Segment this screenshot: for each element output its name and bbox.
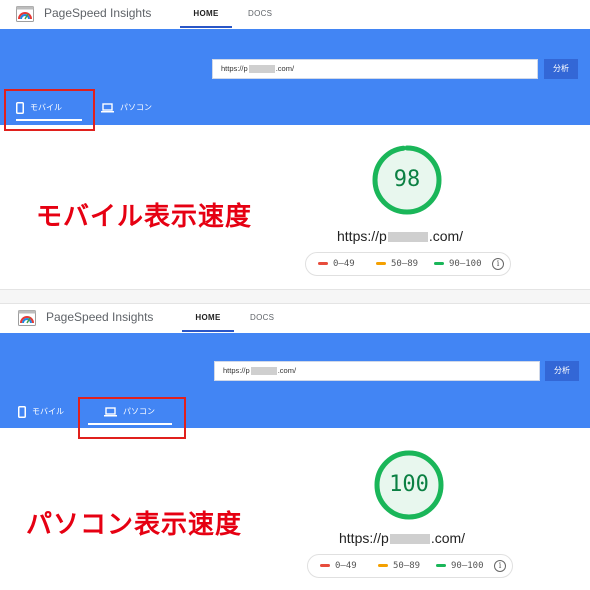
legend-swatch [378,564,388,567]
tab-desktop[interactable]: パソコン [88,399,172,425]
caption-desktop-speed: パソコン表示速度 [26,510,243,540]
performance-score: 98 [393,167,421,192]
legend-item-average: 50–89 [378,555,420,577]
performance-score: 100 [389,472,429,497]
top-bar: PageSpeed Insights HOME DOCS [0,0,590,28]
score-legend: 0–49 50–89 90–100 i [307,554,513,578]
legend-item-average: 50–89 [376,253,418,275]
analyze-button[interactable]: 分析 [544,59,578,79]
tab-label: モバイル [30,103,62,112]
tested-url: https://p .com/ [337,228,464,244]
nav-home[interactable]: HOME [182,304,234,332]
legend-item-poor: 0–49 [318,253,355,275]
panel-divider [0,289,590,304]
tab-label: モバイル [32,407,64,416]
active-tab-indicator [16,119,82,121]
url-input[interactable]: https://p .com/ [212,59,538,79]
legend-item-poor: 0–49 [320,555,357,577]
active-tab-indicator [88,423,172,425]
legend-swatch [436,564,446,567]
legend-swatch [320,564,330,567]
top-bar: PageSpeed Insights HOME DOCS [0,304,590,332]
nav-docs[interactable]: DOCS [248,0,272,28]
legend-swatch [434,262,444,265]
brand-title: PageSpeed Insights [46,310,154,324]
laptop-icon [101,103,114,113]
nav-docs[interactable]: DOCS [250,304,274,332]
smartphone-icon [16,101,24,114]
tab-label: パソコン [120,103,152,112]
screenshot-mobile: PageSpeed Insights HOME DOCS https://p .c… [0,0,590,289]
tab-mobile[interactable]: モバイル [16,95,82,121]
info-icon[interactable]: i [494,560,506,572]
analyze-button[interactable]: 分析 [545,361,579,381]
tab-label: パソコン [123,407,155,416]
search-header: https://p .com/ 分析 モバイル パソコン [0,29,590,125]
search-header: https://p .com/ 分析 モバイル パソコン [0,333,590,428]
pagespeed-logo-icon [16,6,34,22]
pagespeed-logo-icon [18,310,36,326]
blurred-text [389,534,430,545]
legend-swatch [376,262,386,265]
legend-swatch [318,262,328,265]
smartphone-icon [18,405,26,418]
url-input[interactable]: https://p .com/ [214,361,540,381]
blurred-text [248,65,275,74]
score-legend: 0–49 50–89 90–100 i [305,252,511,276]
legend-item-good: 90–100 [436,555,484,577]
caption-mobile-speed: モバイル表示速度 [36,202,253,232]
blurred-text [250,367,277,376]
nav-home[interactable]: HOME [180,0,232,28]
tab-desktop[interactable]: パソコン [101,95,167,121]
tested-url: https://p .com/ [339,530,466,546]
brand-title: PageSpeed Insights [44,6,152,20]
info-icon[interactable]: i [492,258,504,270]
tab-mobile[interactable]: モバイル [18,399,80,425]
legend-item-good: 90–100 [434,253,482,275]
blurred-text [387,232,428,243]
laptop-icon [104,407,117,417]
screenshot-desktop: PageSpeed Insights HOME DOCS https://p .c… [0,304,590,590]
